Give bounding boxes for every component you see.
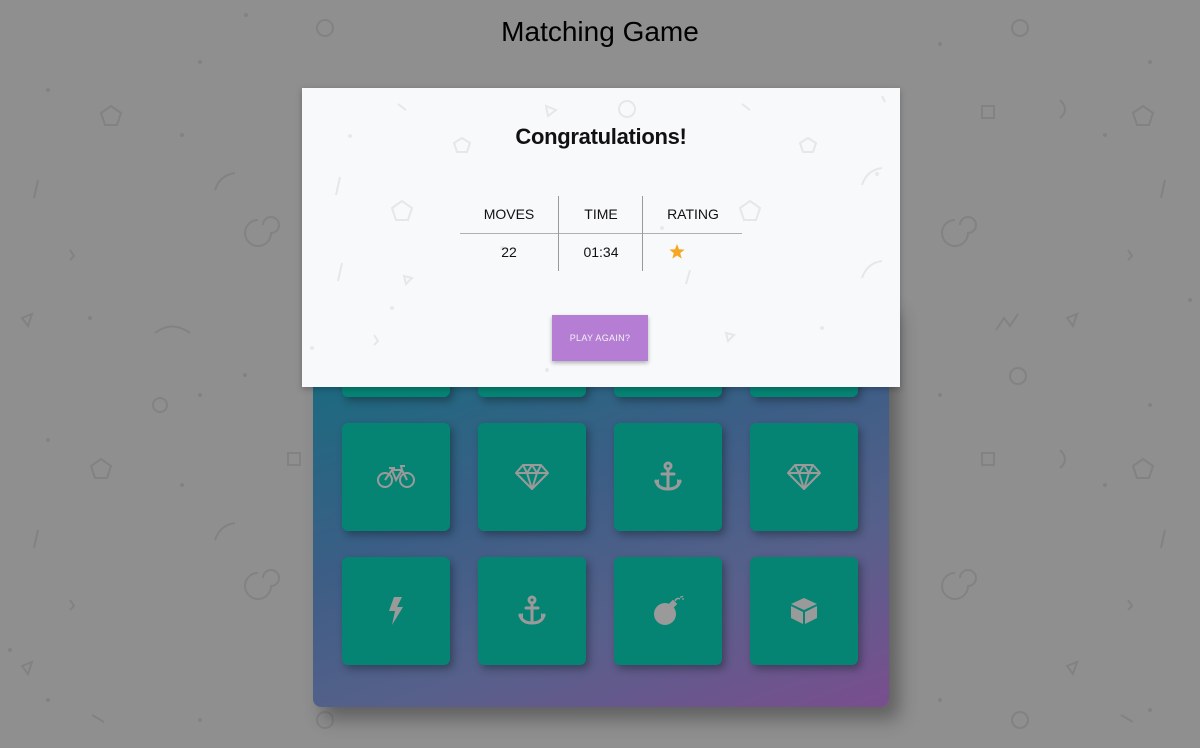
score-table: MOVES 22 TIME 01:34 RATING	[460, 196, 742, 271]
congratulations-modal: Congratulations! MOVES 22 TIME 01:34 RAT…	[302, 88, 900, 387]
card-anchor[interactable]	[614, 423, 722, 531]
bicycle-icon	[377, 465, 415, 488]
card-cube[interactable]	[750, 557, 858, 665]
time-column: TIME 01:34	[558, 196, 643, 271]
bolt-icon	[389, 597, 403, 625]
time-label: TIME	[584, 206, 618, 222]
time-value: 01:34	[583, 244, 619, 260]
cube-icon	[791, 598, 817, 624]
card-anchor[interactable]	[478, 557, 586, 665]
card-bolt[interactable]	[342, 557, 450, 665]
rating-stars	[669, 244, 685, 264]
congratulations-heading: Congratulations!	[515, 124, 687, 149]
play-again-button[interactable]: PLAY AGAIN?	[552, 315, 648, 361]
anchor-icon	[654, 461, 682, 491]
diamond-icon	[787, 464, 821, 490]
page-title: Matching Game	[501, 16, 699, 47]
card-bomb[interactable]	[614, 557, 722, 665]
moves-column: MOVES 22	[460, 196, 558, 271]
bomb-icon	[654, 595, 684, 625]
moves-label: MOVES	[483, 206, 535, 222]
rating-label: RATING	[667, 206, 719, 222]
anchor-icon	[518, 595, 546, 625]
rating-column: RATING	[642, 196, 743, 271]
card-diamond[interactable]	[750, 423, 858, 531]
card-diamond[interactable]	[478, 423, 586, 531]
card-bicycle[interactable]	[342, 423, 450, 531]
moves-value: 22	[501, 244, 517, 260]
diamond-icon	[515, 464, 549, 490]
star-icon	[669, 244, 685, 259]
